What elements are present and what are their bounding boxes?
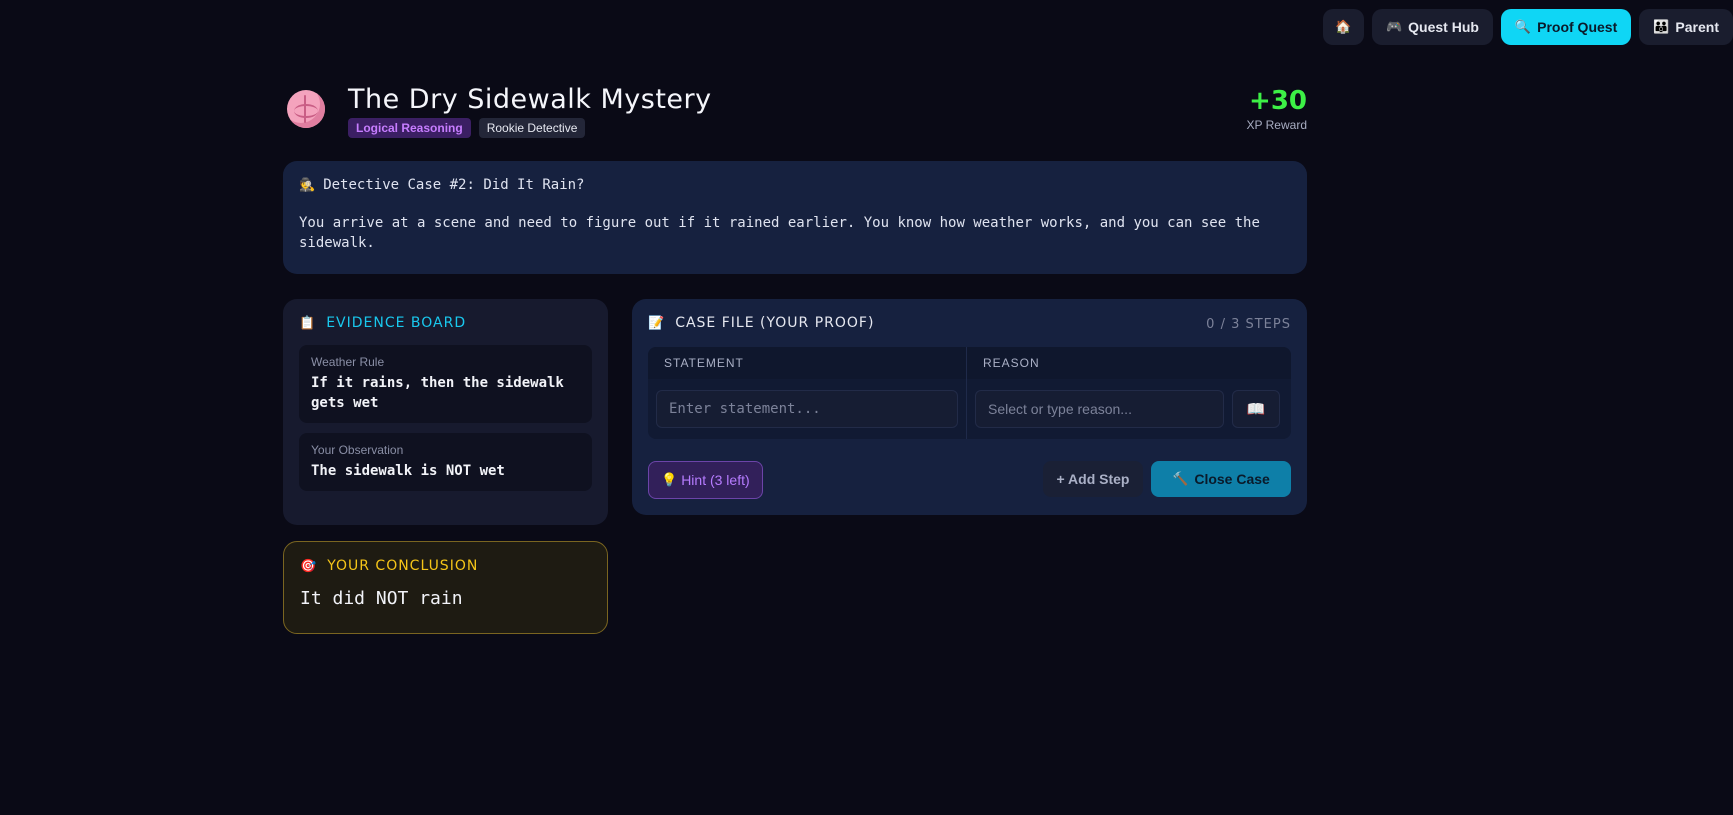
proof-quest-button[interactable]: 🔍 Proof Quest [1500,9,1632,45]
case-description-card: 🕵 Detective Case #2: Did It Rain? You ar… [283,161,1307,274]
evidence-heading: EVIDENCE BOARD [326,315,467,331]
case-title: Detective Case #2: Did It Rain? [323,177,585,193]
gamepad-icon: 🎮 [1385,19,1403,34]
evidence-item: Your Observation The sidewalk is NOT wet [299,433,592,491]
reason-column-header: REASON [983,356,1040,370]
target-icon: 🎯 [300,558,318,574]
case-title-row: 🕵 Detective Case #2: Did It Rain? [299,177,1291,193]
home-button[interactable]: 🏠 [1322,9,1364,45]
page-title: The Dry Sidewalk Mystery [348,84,712,115]
reason-library-button[interactable]: 📖 [1232,390,1280,428]
quest-hub-label: Quest Hub [1408,19,1479,35]
casefile-heading: CASE FILE (YOUR PROOF) [675,315,875,331]
hammer-icon: 🔨 [1172,471,1189,487]
family-icon: 👪 [1653,19,1670,34]
hint-button[interactable]: 💡 Hint (3 left) [648,461,763,499]
top-nav: 🏠 🎮 Quest Hub 🔍 Proof Quest 👪 Parent [1322,9,1733,45]
quest-tags: Logical Reasoning Rookie Detective [348,118,586,138]
magnifier-icon: 🔍 [1514,19,1532,34]
reason-input[interactable] [975,390,1224,428]
close-case-button[interactable]: 🔨 Close Case [1151,461,1291,497]
evidence-board: 📋 EVIDENCE BOARD Weather Rule If it rain… [283,299,608,525]
conclusion-heading: YOUR CONCLUSION [327,558,479,574]
lightbulb-icon: 💡 [661,472,678,488]
proof-table-header: STATEMENT REASON [648,347,1291,379]
xp-label: XP Reward [1246,118,1307,132]
case-description: You arrive at a scene and need to figure… [299,215,1260,251]
case-actions: 💡 Hint (3 left) + Add Step 🔨 Close Case [648,461,1291,499]
add-step-button[interactable]: + Add Step [1043,461,1143,497]
proof-table: STATEMENT REASON 📖 [648,347,1291,439]
hint-label: Hint (3 left) [681,472,750,488]
parent-button[interactable]: 👪 Parent [1639,9,1733,45]
evidence-text: The sidewalk is NOT wet [311,463,505,479]
parent-label: Parent [1675,19,1719,35]
step-counter: 0 / 3 STEPS [1206,317,1291,332]
proof-quest-label: Proof Quest [1537,19,1618,35]
brain-icon [287,90,325,128]
conclusion-text: It did NOT rain [300,588,463,609]
evidence-heading-row: 📋 EVIDENCE BOARD [299,315,592,331]
evidence-label: Your Observation [311,443,404,457]
category-tag: Logical Reasoning [348,118,471,138]
quest-header: The Dry Sidewalk Mystery Logical Reasoni… [283,84,1307,144]
table-row: 📖 [648,379,1291,439]
clipboard-icon: 📋 [299,315,317,331]
evidence-label: Weather Rule [311,355,385,369]
conclusion-card: 🎯 YOUR CONCLUSION It did NOT rain [283,541,608,634]
book-icon: 📖 [1246,401,1266,418]
statement-column-header: STATEMENT [648,347,967,379]
reason-cell: 📖 [967,390,1291,428]
casefile-heading-row: 📝 CASE FILE (YOUR PROOF) [648,315,1291,331]
quest-hub-button[interactable]: 🎮 Quest Hub [1371,9,1493,45]
statement-cell [648,379,967,439]
xp-reward: +30 XP Reward [1247,86,1307,132]
level-tag: Rookie Detective [478,118,586,138]
evidence-item: Weather Rule If it rains, then the sidew… [299,345,592,423]
memo-icon: 📝 [648,315,666,331]
home-icon: 🏠 [1335,19,1352,34]
close-case-label: Close Case [1194,471,1270,487]
evidence-text: If it rains, then the sidewalk gets wet [311,375,564,411]
detective-icon: 🕵 [299,177,316,193]
conclusion-heading-row: 🎯 YOUR CONCLUSION [300,558,591,574]
statement-input[interactable] [656,390,958,428]
xp-value: +30 [1249,86,1307,116]
case-file-panel: 📝 CASE FILE (YOUR PROOF) 0 / 3 STEPS STA… [632,299,1307,515]
